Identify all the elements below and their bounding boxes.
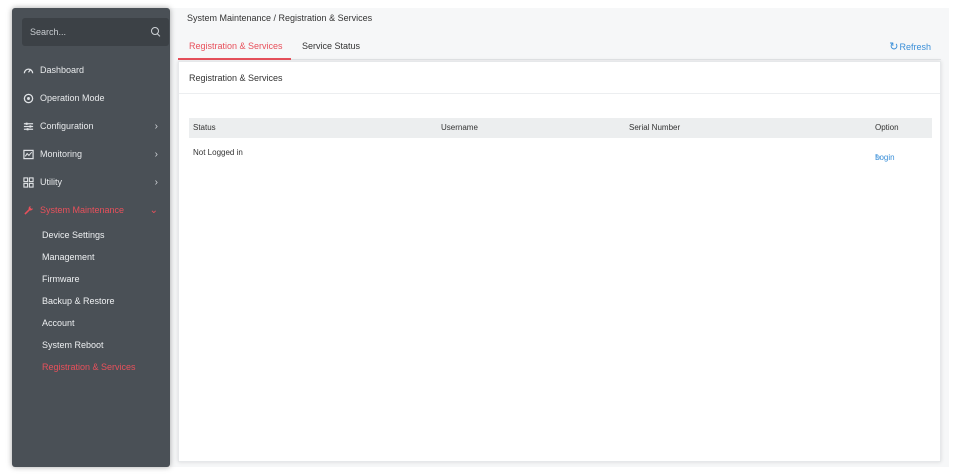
refresh-icon: ↻ xyxy=(889,41,899,53)
sidebar-item-operation-mode[interactable]: Operation Mode xyxy=(12,84,170,112)
sidebar: Search... Dashboard Operation Mode Confi… xyxy=(12,8,170,467)
table-header: Status Username Serial Number Option xyxy=(189,118,932,138)
operation-mode-icon xyxy=(22,92,34,104)
sidebar-subitem-system-reboot[interactable]: System Reboot xyxy=(12,334,170,356)
active-tab-indicator xyxy=(178,58,291,60)
wrench-icon xyxy=(22,204,34,216)
sidebar-subitem-backup-restore[interactable]: Backup & Restore xyxy=(12,290,170,312)
sidebar-subitem-firmware[interactable]: Firmware xyxy=(12,268,170,290)
registration-panel: Registration & Services Status Username … xyxy=(178,61,941,462)
column-header-username: Username xyxy=(441,123,478,132)
status-cell: Not Logged in xyxy=(193,148,243,157)
chevron-right-icon: › xyxy=(154,148,158,160)
column-header-option: Option xyxy=(875,123,899,132)
sidebar-item-monitoring[interactable]: Monitoring › xyxy=(12,140,170,168)
sidebar-item-label: Configuration xyxy=(40,121,94,131)
utility-icon xyxy=(22,176,34,188)
login-label: Login xyxy=(875,153,895,162)
search-icon[interactable] xyxy=(151,27,161,37)
chevron-right-icon: › xyxy=(154,176,158,188)
column-header-status: Status xyxy=(193,123,216,132)
sidebar-subitem-account[interactable]: Account xyxy=(12,312,170,334)
refresh-label: Refresh xyxy=(899,41,931,52)
sidebar-subitem-management[interactable]: Management xyxy=(12,246,170,268)
panel-title: Registration & Services xyxy=(189,73,283,83)
sidebar-item-label: Utility xyxy=(40,177,62,187)
monitoring-icon xyxy=(22,148,34,160)
refresh-button[interactable]: ↻ Refresh xyxy=(889,40,931,53)
configuration-icon xyxy=(22,120,34,132)
chevron-right-icon: › xyxy=(154,120,158,132)
sidebar-subitem-device-settings[interactable]: Device Settings xyxy=(12,224,170,246)
dashboard-icon xyxy=(22,64,34,76)
sidebar-item-utility[interactable]: Utility › xyxy=(12,168,170,196)
divider xyxy=(179,93,940,94)
chevron-down-icon: ⌄ xyxy=(149,204,158,216)
table-row: Not Logged in ✎ Login xyxy=(189,143,932,163)
system-maintenance-submenu: Device Settings Management Firmware Back… xyxy=(12,224,170,378)
sidebar-item-system-maintenance[interactable]: System Maintenance ⌄ xyxy=(12,196,170,224)
column-header-serial-number: Serial Number xyxy=(629,123,681,132)
sidebar-item-dashboard[interactable]: Dashboard xyxy=(12,56,170,84)
sidebar-subitem-registration-services[interactable]: Registration & Services xyxy=(12,356,170,378)
search-input[interactable]: Search... xyxy=(22,18,169,46)
sidebar-item-label: Dashboard xyxy=(40,65,85,75)
tab-bar: Registration & Services Service Status ↻… xyxy=(178,34,941,60)
tab-registration-services[interactable]: Registration & Services xyxy=(189,41,283,51)
sidebar-item-label: Monitoring xyxy=(40,149,83,159)
tab-service-status[interactable]: Service Status xyxy=(302,41,360,51)
sidebar-item-configuration[interactable]: Configuration › xyxy=(12,112,170,140)
breadcrumb: System Maintenance / Registration & Serv… xyxy=(187,13,373,23)
search-placeholder: Search... xyxy=(30,27,67,37)
sidebar-item-label: Operation Mode xyxy=(40,93,105,103)
sidebar-nav: Dashboard Operation Mode Configuration ›… xyxy=(12,56,170,378)
sidebar-item-label: System Maintenance xyxy=(40,205,125,215)
